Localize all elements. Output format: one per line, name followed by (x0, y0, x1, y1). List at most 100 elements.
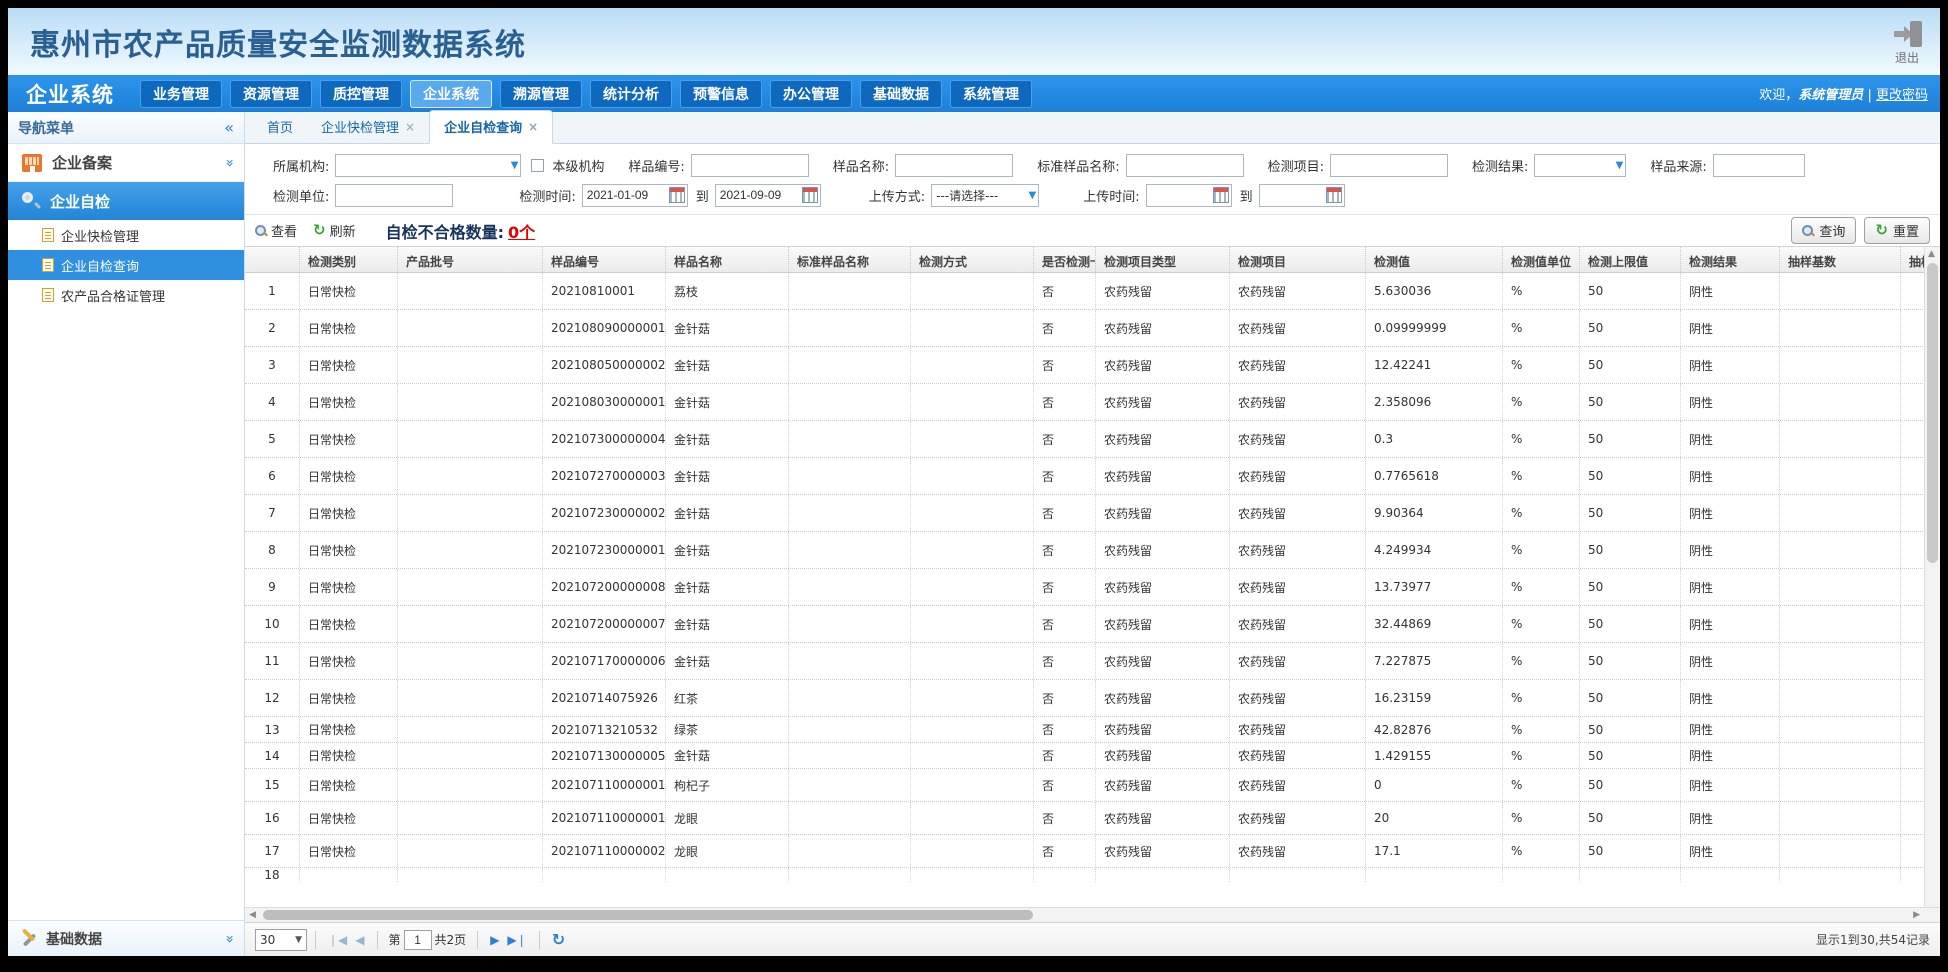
sidebar-item-selfcheck-query[interactable]: 企业自检查询 (8, 250, 244, 280)
table-header-cell[interactable]: 产品批号 (398, 247, 543, 272)
sidebar-item-certificate[interactable]: 农产品合格证管理 (8, 280, 244, 310)
test-time-to[interactable] (715, 184, 821, 207)
sidebar-item-quickcheck[interactable]: 企业快检管理 (8, 220, 244, 250)
nav-item-trace[interactable]: 溯源管理 (500, 80, 582, 108)
table-header-cell[interactable]: 检测结果 (1681, 247, 1780, 272)
nav-item-enterprise[interactable]: 企业系统 (410, 80, 492, 108)
table-header-cell[interactable]: 标准样品名称 (789, 247, 911, 272)
nav-item-basedata[interactable]: 基础数据 (860, 80, 942, 108)
upload-mode-select[interactable]: ---请选择---▼ (931, 184, 1039, 207)
std-sample-name-input[interactable] (1126, 154, 1244, 177)
table-row[interactable]: 16日常快检202107110000001龙眼否农药残留农药残留20%50阴性 (245, 802, 1940, 835)
fail-count-value[interactable]: 0个 (508, 223, 535, 242)
calendar-icon[interactable] (669, 187, 685, 203)
next-page-button[interactable]: ▶ (490, 933, 499, 947)
table-row[interactable]: 7日常快检202107230000002金针菇否农药残留农药残留9.90364%… (245, 495, 1940, 532)
test-unit-input[interactable] (335, 184, 453, 207)
sidebar-footer-basedata[interactable]: 基础数据 » (8, 920, 244, 956)
table-row[interactable]: 12日常快检20210714075926红茶否农药残留农药残留16.23159%… (245, 680, 1940, 717)
upload-time-from[interactable] (1146, 184, 1232, 207)
table-row[interactable]: 14日常快检202107130000005金针菇否农药残留农药残留1.42915… (245, 743, 1940, 769)
change-password-link[interactable]: 更改密码 (1876, 88, 1928, 103)
calendar-icon[interactable] (802, 187, 818, 203)
table-header-cell[interactable]: 检测项目类型 (1096, 247, 1230, 272)
calendar-icon[interactable] (1326, 187, 1342, 203)
sidebar-group-registration[interactable]: 企业备案 » (8, 144, 244, 182)
table-cell: 日常快检 (300, 310, 398, 346)
table-header-cell[interactable]: 检测项目 (1230, 247, 1366, 272)
sidebar-group-selfcheck[interactable]: 企业自检 (8, 182, 244, 220)
table-row[interactable]: 8日常快检202107230000001金针菇否农药残留农药残留4.249934… (245, 532, 1940, 569)
query-button[interactable]: 查询 (1791, 217, 1856, 244)
table-row[interactable]: 6日常快检202107270000003金针菇否农药残留农药残留0.776561… (245, 458, 1940, 495)
nav-item-warning[interactable]: 预警信息 (680, 80, 762, 108)
page-number-input[interactable] (404, 930, 432, 950)
table-header-cell[interactable]: 检测值单位 (1503, 247, 1580, 272)
table-row[interactable]: 10日常快检202107200000007金针菇否农药残留农药残留32.4486… (245, 606, 1940, 643)
test-result-select[interactable]: ▼ (1534, 154, 1626, 177)
table-row[interactable]: 3日常快检202108050000002金针菇否农药残留农药残留12.42241… (245, 347, 1940, 384)
table-row[interactable]: 17日常快检202107110000002龙眼否农药残留农药残留17.1%50阴… (245, 835, 1940, 868)
scroll-up-icon[interactable]: ▲ (1928, 249, 1935, 259)
table-cell: 12.42241 (1366, 347, 1503, 383)
table-row[interactable]: 18 (245, 868, 1940, 882)
reset-button[interactable]: ↻重置 (1864, 217, 1930, 244)
refresh-button[interactable]: ↻刷新 (313, 221, 356, 240)
table-header-cell[interactable]: 检测方式 (911, 247, 1034, 272)
nav-item-stats[interactable]: 统计分析 (590, 80, 672, 108)
table-header-cell[interactable]: 是否检测卡 (1034, 247, 1096, 272)
page-size-select[interactable]: 30▼ (255, 929, 307, 951)
calendar-icon[interactable] (1213, 187, 1229, 203)
horizontal-scrollbar[interactable]: ◀ ▶ (245, 907, 1940, 922)
table-row[interactable]: 5日常快检202107300000004金针菇否农药残留农药残留0.3%50阴性 (245, 421, 1940, 458)
sample-no-input[interactable] (691, 154, 809, 177)
nav-item-system[interactable]: 系统管理 (950, 80, 1032, 108)
table-header-cell[interactable]: 样品名称 (666, 247, 789, 272)
vertical-scrollbar[interactable]: ▲ (1924, 247, 1940, 907)
table-header-cell[interactable]: 检测类别 (300, 247, 398, 272)
prev-page-button[interactable]: ◀ (355, 933, 364, 947)
table-row[interactable]: 4日常快检202108030000001金针菇否农药残留农药残留2.358096… (245, 384, 1940, 421)
table-cell: % (1503, 680, 1580, 716)
table-row[interactable]: 9日常快检202107200000008金针菇否农药残留农药残留13.73977… (245, 569, 1940, 606)
sample-name-input[interactable] (895, 154, 1013, 177)
local-org-checkbox[interactable] (531, 159, 544, 172)
tab-selfcheck-query[interactable]: 企业自检查询× (429, 110, 553, 144)
sample-source-input[interactable] (1713, 154, 1805, 177)
close-icon[interactable]: × (528, 120, 538, 134)
reload-icon[interactable]: ↻ (552, 930, 565, 949)
scrollbar-thumb[interactable] (263, 910, 1033, 920)
chevron-expand-icon[interactable]: » (222, 934, 238, 943)
table-header-cell[interactable]: 抽样基数 (1780, 247, 1901, 272)
org-select[interactable]: ▼ (335, 154, 521, 177)
table-header-cell[interactable]: 检测值 (1366, 247, 1503, 272)
chevron-expand-icon[interactable]: » (222, 158, 238, 167)
table-row[interactable]: 11日常快检202107170000006金针菇否农药残留农药残留7.22787… (245, 643, 1940, 680)
view-button[interactable]: 查看 (255, 221, 297, 240)
tab-home[interactable]: 首页 (253, 111, 307, 143)
table-row[interactable]: 15日常快检202107110000001枸杞子否农药残留农药残留0%50阴性 (245, 769, 1940, 802)
nav-item-business[interactable]: 业务管理 (140, 80, 222, 108)
scrollbar-thumb[interactable] (1927, 263, 1938, 563)
last-page-button[interactable]: ▶❘ (507, 933, 526, 947)
nav-item-office[interactable]: 办公管理 (770, 80, 852, 108)
table-row[interactable]: 2日常快检202108090000001金针菇否农药残留农药残留0.099999… (245, 310, 1940, 347)
close-icon[interactable]: × (405, 120, 415, 134)
tab-quickcheck[interactable]: 企业快检管理× (307, 111, 429, 143)
table-row[interactable]: 13日常快检20210713210532绿茶否农药残留农药残留42.82876%… (245, 717, 1940, 743)
table-header-cell[interactable]: 样品编号 (543, 247, 666, 272)
upload-time-to[interactable] (1259, 184, 1345, 207)
sidebar-collapse-icon[interactable]: « (224, 118, 234, 137)
table-cell: 日常快检 (300, 495, 398, 531)
test-item-input[interactable] (1330, 154, 1448, 177)
table-header-cell[interactable]: 检测上限值 (1580, 247, 1681, 272)
scroll-right-icon[interactable]: ▶ (1913, 910, 1920, 920)
nav-item-resource[interactable]: 资源管理 (230, 80, 312, 108)
scroll-left-icon[interactable]: ◀ (249, 910, 256, 920)
nav-item-quality[interactable]: 质控管理 (320, 80, 402, 108)
logout-button[interactable]: 退出 (1892, 21, 1922, 66)
table-row[interactable]: 1日常快检20210810001荔枝否农药残留农药残留5.630036%50阴性 (245, 273, 1940, 310)
first-page-button[interactable]: ❘◀ (328, 933, 347, 947)
test-time-from[interactable] (582, 184, 688, 207)
table-cell (1681, 868, 1780, 882)
